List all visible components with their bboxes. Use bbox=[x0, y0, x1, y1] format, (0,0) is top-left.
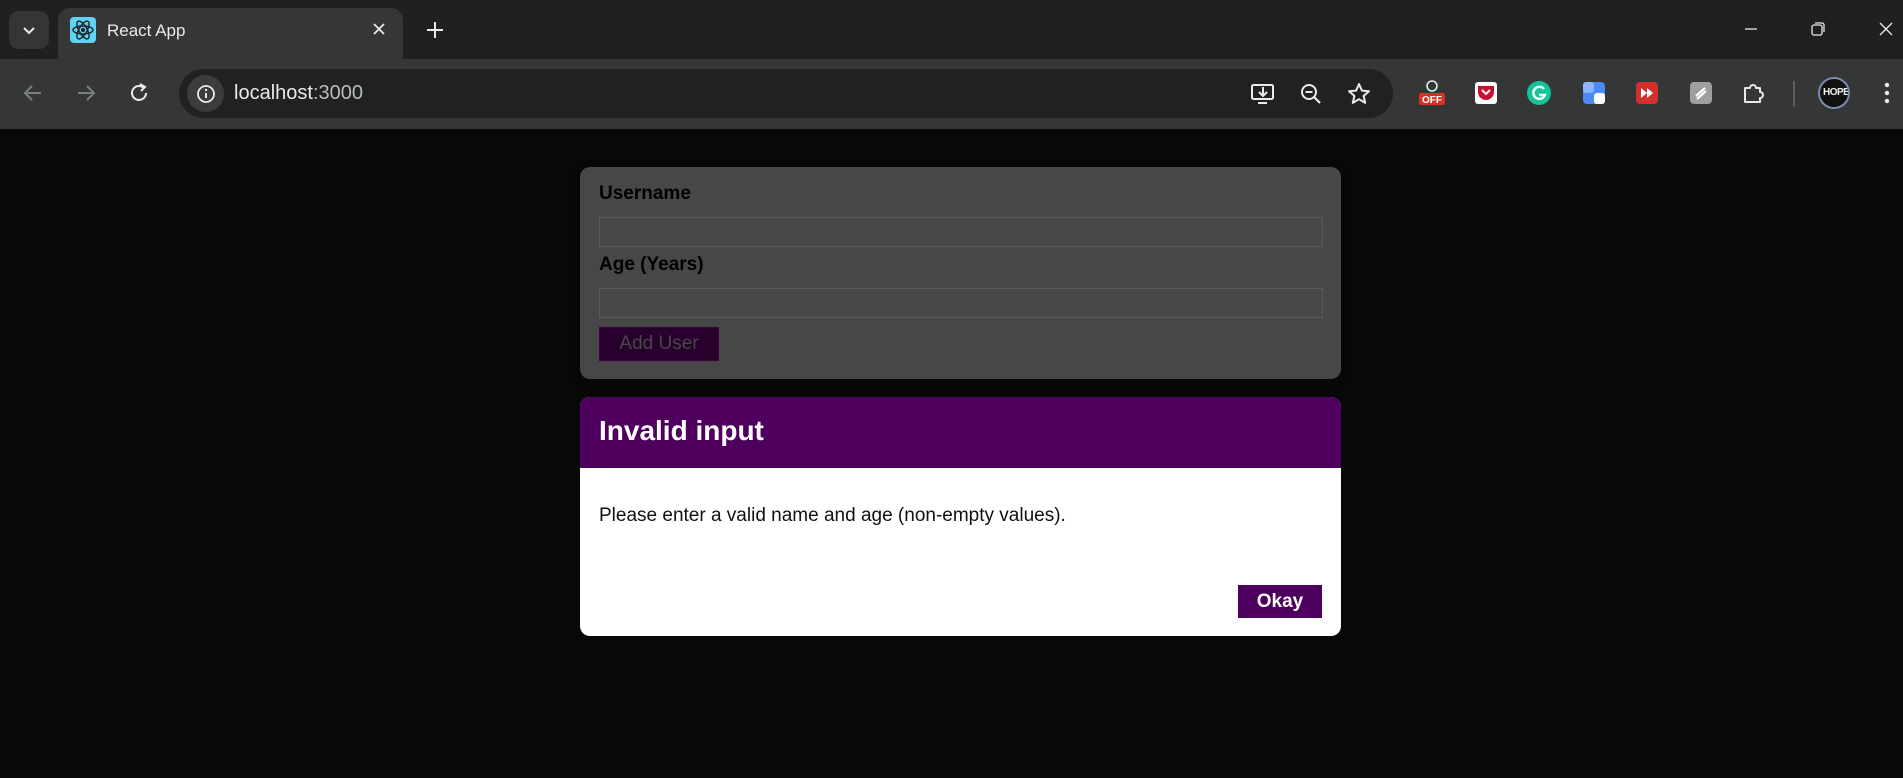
site-info-button[interactable] bbox=[187, 75, 224, 112]
extensions-menu-button[interactable] bbox=[1740, 79, 1768, 107]
tab-strip: React App bbox=[0, 0, 1903, 59]
flash-icon bbox=[1690, 82, 1712, 104]
modal-header: Invalid input bbox=[580, 397, 1341, 468]
zoom-button[interactable] bbox=[1296, 79, 1326, 109]
reload-icon bbox=[131, 83, 147, 101]
zoom-out-icon bbox=[1301, 84, 1321, 104]
plus-icon bbox=[427, 22, 443, 38]
tab-search-button[interactable] bbox=[9, 11, 49, 49]
url-port: :3000 bbox=[312, 82, 363, 104]
okay-button[interactable]: Okay bbox=[1238, 585, 1322, 618]
back-button[interactable] bbox=[15, 75, 51, 111]
tab-close-button[interactable] bbox=[367, 17, 391, 41]
pocket-icon bbox=[1475, 82, 1497, 104]
extension-badge-text: OFF bbox=[1422, 95, 1442, 106]
forward-button[interactable] bbox=[68, 75, 104, 111]
extension-pocket[interactable] bbox=[1472, 79, 1500, 107]
extension-blue-square[interactable] bbox=[1580, 79, 1608, 107]
info-icon bbox=[196, 84, 215, 103]
close-icon bbox=[373, 23, 385, 35]
extension-grammarly[interactable] bbox=[1525, 79, 1553, 107]
modal-title: Invalid input bbox=[599, 415, 764, 446]
toolbar-separator bbox=[1793, 81, 1795, 107]
avatar-text: HOPE bbox=[1823, 87, 1850, 98]
minimize-icon bbox=[1745, 28, 1757, 30]
reload-button[interactable] bbox=[121, 75, 157, 111]
profile-avatar[interactable]: HOPE bbox=[1818, 77, 1850, 109]
active-tab[interactable]: React App bbox=[58, 8, 403, 59]
install-app-icon bbox=[1251, 84, 1274, 104]
close-icon bbox=[1879, 22, 1893, 36]
extension-off-badge[interactable]: OFF bbox=[1418, 79, 1446, 107]
new-tab-button[interactable] bbox=[421, 16, 449, 44]
puzzle-icon bbox=[1744, 84, 1764, 103]
react-logo-icon bbox=[70, 17, 96, 43]
minimize-button[interactable] bbox=[1734, 12, 1768, 46]
notes-icon bbox=[1583, 82, 1605, 104]
arrow-left-icon bbox=[23, 85, 41, 101]
add-user-button[interactable]: Add User bbox=[599, 327, 719, 361]
address-bar[interactable]: localhost:3000 bbox=[179, 69, 1393, 118]
install-app-button[interactable] bbox=[1248, 79, 1278, 109]
url-host: localhost bbox=[234, 82, 313, 104]
add-user-form: Username Age (Years) Add User bbox=[580, 167, 1341, 379]
chevron-down-icon bbox=[23, 27, 35, 35]
browser-menu-button[interactable] bbox=[1875, 79, 1899, 107]
url-text: localhost:3000 bbox=[234, 82, 363, 105]
extension-fast-forward[interactable] bbox=[1633, 79, 1661, 107]
modal-message: Please enter a valid name and age (non-e… bbox=[599, 505, 1066, 526]
restore-button[interactable] bbox=[1801, 12, 1835, 46]
tab-title: React App bbox=[107, 21, 186, 40]
arrow-right-icon bbox=[78, 85, 96, 101]
page-viewport: Username Age (Years) Add User Invalid in… bbox=[0, 129, 1903, 778]
error-modal: Invalid input Please enter a valid name … bbox=[580, 397, 1341, 636]
star-icon bbox=[1348, 83, 1370, 104]
fast-forward-icon bbox=[1636, 82, 1658, 104]
window-close-button[interactable] bbox=[1869, 12, 1903, 46]
bookmark-button[interactable] bbox=[1344, 79, 1374, 109]
more-vertical-icon bbox=[1884, 82, 1890, 104]
age-input[interactable] bbox=[599, 288, 1323, 318]
restore-icon bbox=[1811, 22, 1825, 36]
age-label: Age (Years) bbox=[599, 254, 704, 275]
grammarly-icon bbox=[1527, 81, 1551, 105]
username-input[interactable] bbox=[599, 217, 1323, 247]
extension-gray[interactable] bbox=[1687, 79, 1715, 107]
browser-toolbar: localhost:3000 OFF HOPE bbox=[0, 59, 1903, 129]
username-label: Username bbox=[599, 183, 691, 204]
extension-off-icon: OFF bbox=[1419, 80, 1445, 106]
